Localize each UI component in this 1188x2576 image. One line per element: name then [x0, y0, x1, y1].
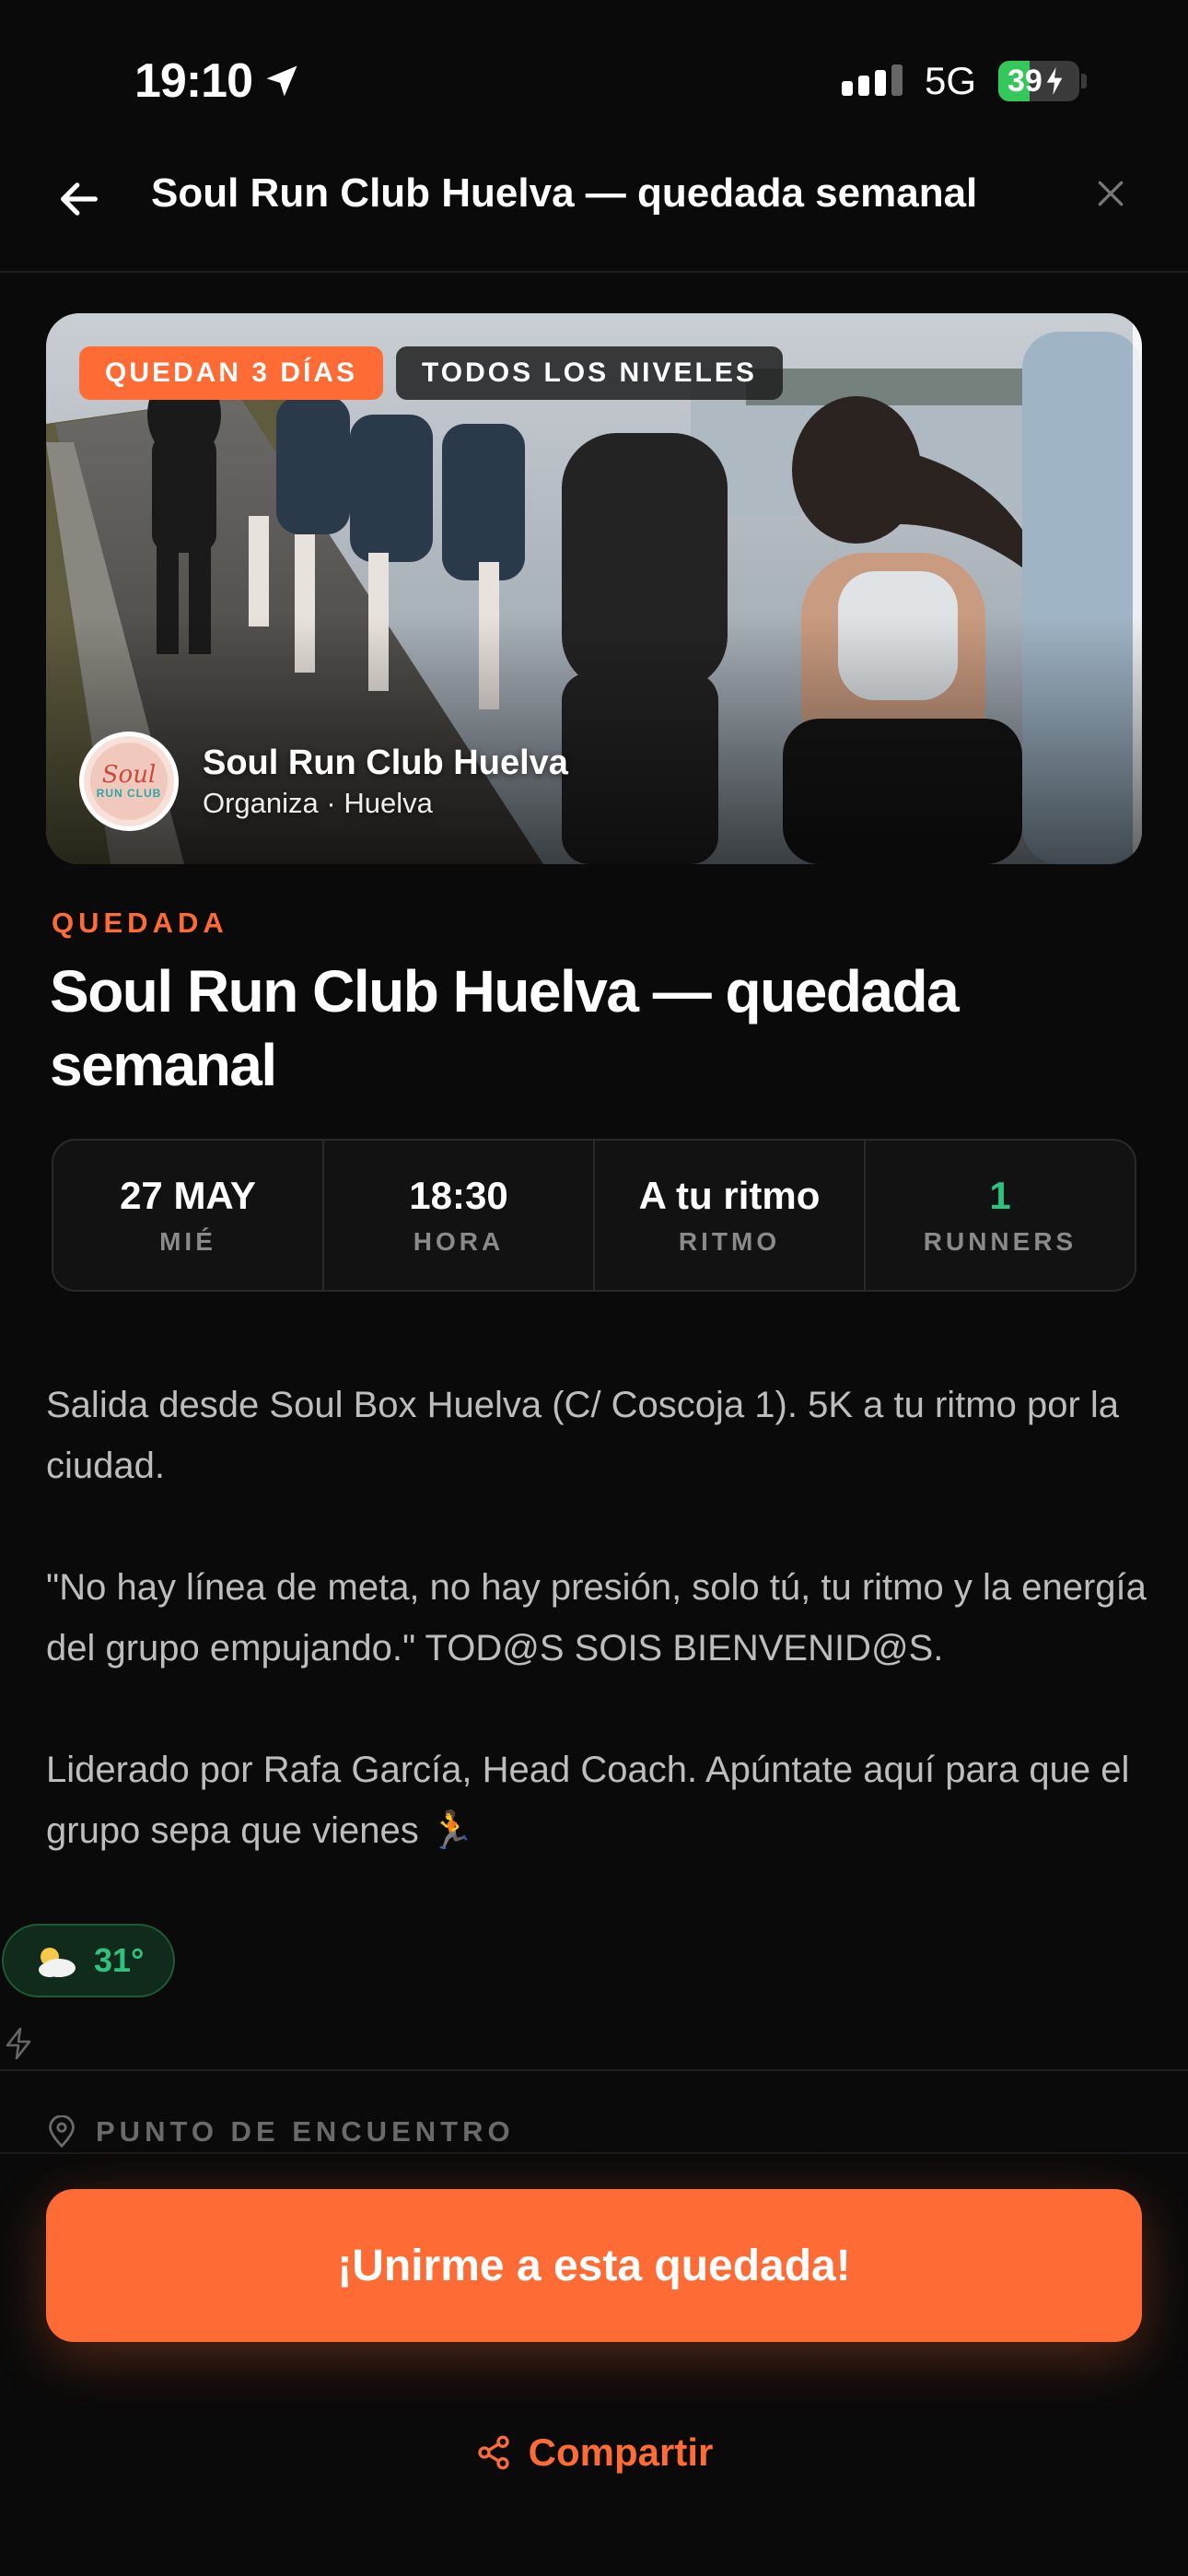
network-type: 5G — [925, 59, 977, 102]
bottom-action-bar: ¡Unirme a esta quedada! Compartir — [0, 2152, 1188, 2576]
section-divider — [0, 2069, 1188, 2071]
status-bar: 19:10 5G 39 — [0, 0, 1188, 138]
description-paragraph: Liderado por Rafa García, Head Coach. Ap… — [46, 1750, 1130, 1851]
stat-date: 27 MAY MIÉ — [53, 1141, 324, 1290]
location-arrow-icon — [266, 65, 297, 97]
stat-value: 18:30 — [409, 1174, 508, 1217]
stat-pace: A tu ritmo RITMO — [595, 1141, 866, 1290]
organizer-avatar: Soul RUN CLUB — [79, 732, 179, 831]
event-stats: 27 MAY MIÉ 18:30 HORA A tu ritmo RITMO 1… — [52, 1139, 1136, 1292]
weather-temp: 31° — [94, 1941, 145, 1979]
logo-text-bottom: RUN CLUB — [96, 787, 162, 800]
meeting-point-header: PUNTO DE ENCUENTRO — [46, 2115, 515, 2149]
back-arrow-icon — [61, 182, 98, 216]
stat-label: RUNNERS — [923, 1227, 1077, 1256]
event-kicker: QUEDADA — [52, 907, 228, 939]
organizer-name: Soul Run Club Huelva — [203, 743, 568, 782]
stat-value: A tu ritmo — [638, 1174, 821, 1217]
partly-cloudy-icon — [39, 1948, 76, 1977]
logo-text-top: Soul — [101, 761, 157, 789]
battery-charging-icon: 39 — [998, 61, 1079, 101]
back-button[interactable] — [52, 171, 107, 227]
signal-icon — [842, 64, 903, 96]
share-button[interactable]: Compartir — [0, 2430, 1188, 2475]
share-label: Compartir — [528, 2430, 714, 2474]
stat-value: 1 — [989, 1174, 1011, 1217]
bolt-icon — [6, 2027, 31, 2060]
stat-time: 18:30 HORA — [324, 1141, 595, 1290]
map-pin-icon — [49, 2115, 75, 2149]
status-time: 19:10 — [134, 53, 302, 109]
days-left-badge: QUEDAN 3 DÍAS — [79, 346, 384, 400]
nav-header: Soul Run Club Huelva — quedada semanal — [0, 138, 1188, 273]
stat-runners[interactable]: 1 RUNNERS — [866, 1141, 1135, 1290]
description-paragraph: "No hay línea de meta, no hay presión, s… — [46, 1567, 1147, 1669]
organizer[interactable]: Soul RUN CLUB Soul Run Club Huelva Organ… — [79, 732, 568, 831]
weather-chip: 31° — [2, 1924, 175, 1997]
stat-value: 27 MAY — [120, 1174, 256, 1217]
share-icon — [477, 2435, 509, 2470]
join-button[interactable]: ¡Unirme a esta quedada! — [46, 2189, 1142, 2342]
description-paragraph: Salida desde Soul Box Huelva (C/ Coscoja… — [46, 1385, 1120, 1486]
level-badge: TODOS LOS NIVELES — [396, 346, 783, 400]
header-title: Soul Run Club Huelva — quedada semanal — [151, 170, 978, 216]
event-title: Soul Run Club Huelva — quedada semanal — [50, 958, 960, 1098]
close-icon[interactable] — [1092, 175, 1129, 212]
event-hero-image: QUEDAN 3 DÍAS TODOS LOS NIVELES Soul RUN… — [46, 313, 1142, 864]
organizer-subtitle: Organiza · Huelva — [203, 786, 433, 819]
battery-level: 39 — [1007, 63, 1042, 99]
event-description: Salida desde Soul Box Huelva (C/ Coscoja… — [46, 1375, 1151, 1922]
meeting-point-label: PUNTO DE ENCUENTRO — [96, 2115, 515, 2148]
stat-label: MIÉ — [159, 1227, 216, 1256]
stat-label: HORA — [413, 1227, 505, 1256]
charging-bolt-icon — [1046, 67, 1063, 95]
stat-label: RITMO — [678, 1227, 781, 1256]
time-text: 19:10 — [134, 54, 253, 108]
